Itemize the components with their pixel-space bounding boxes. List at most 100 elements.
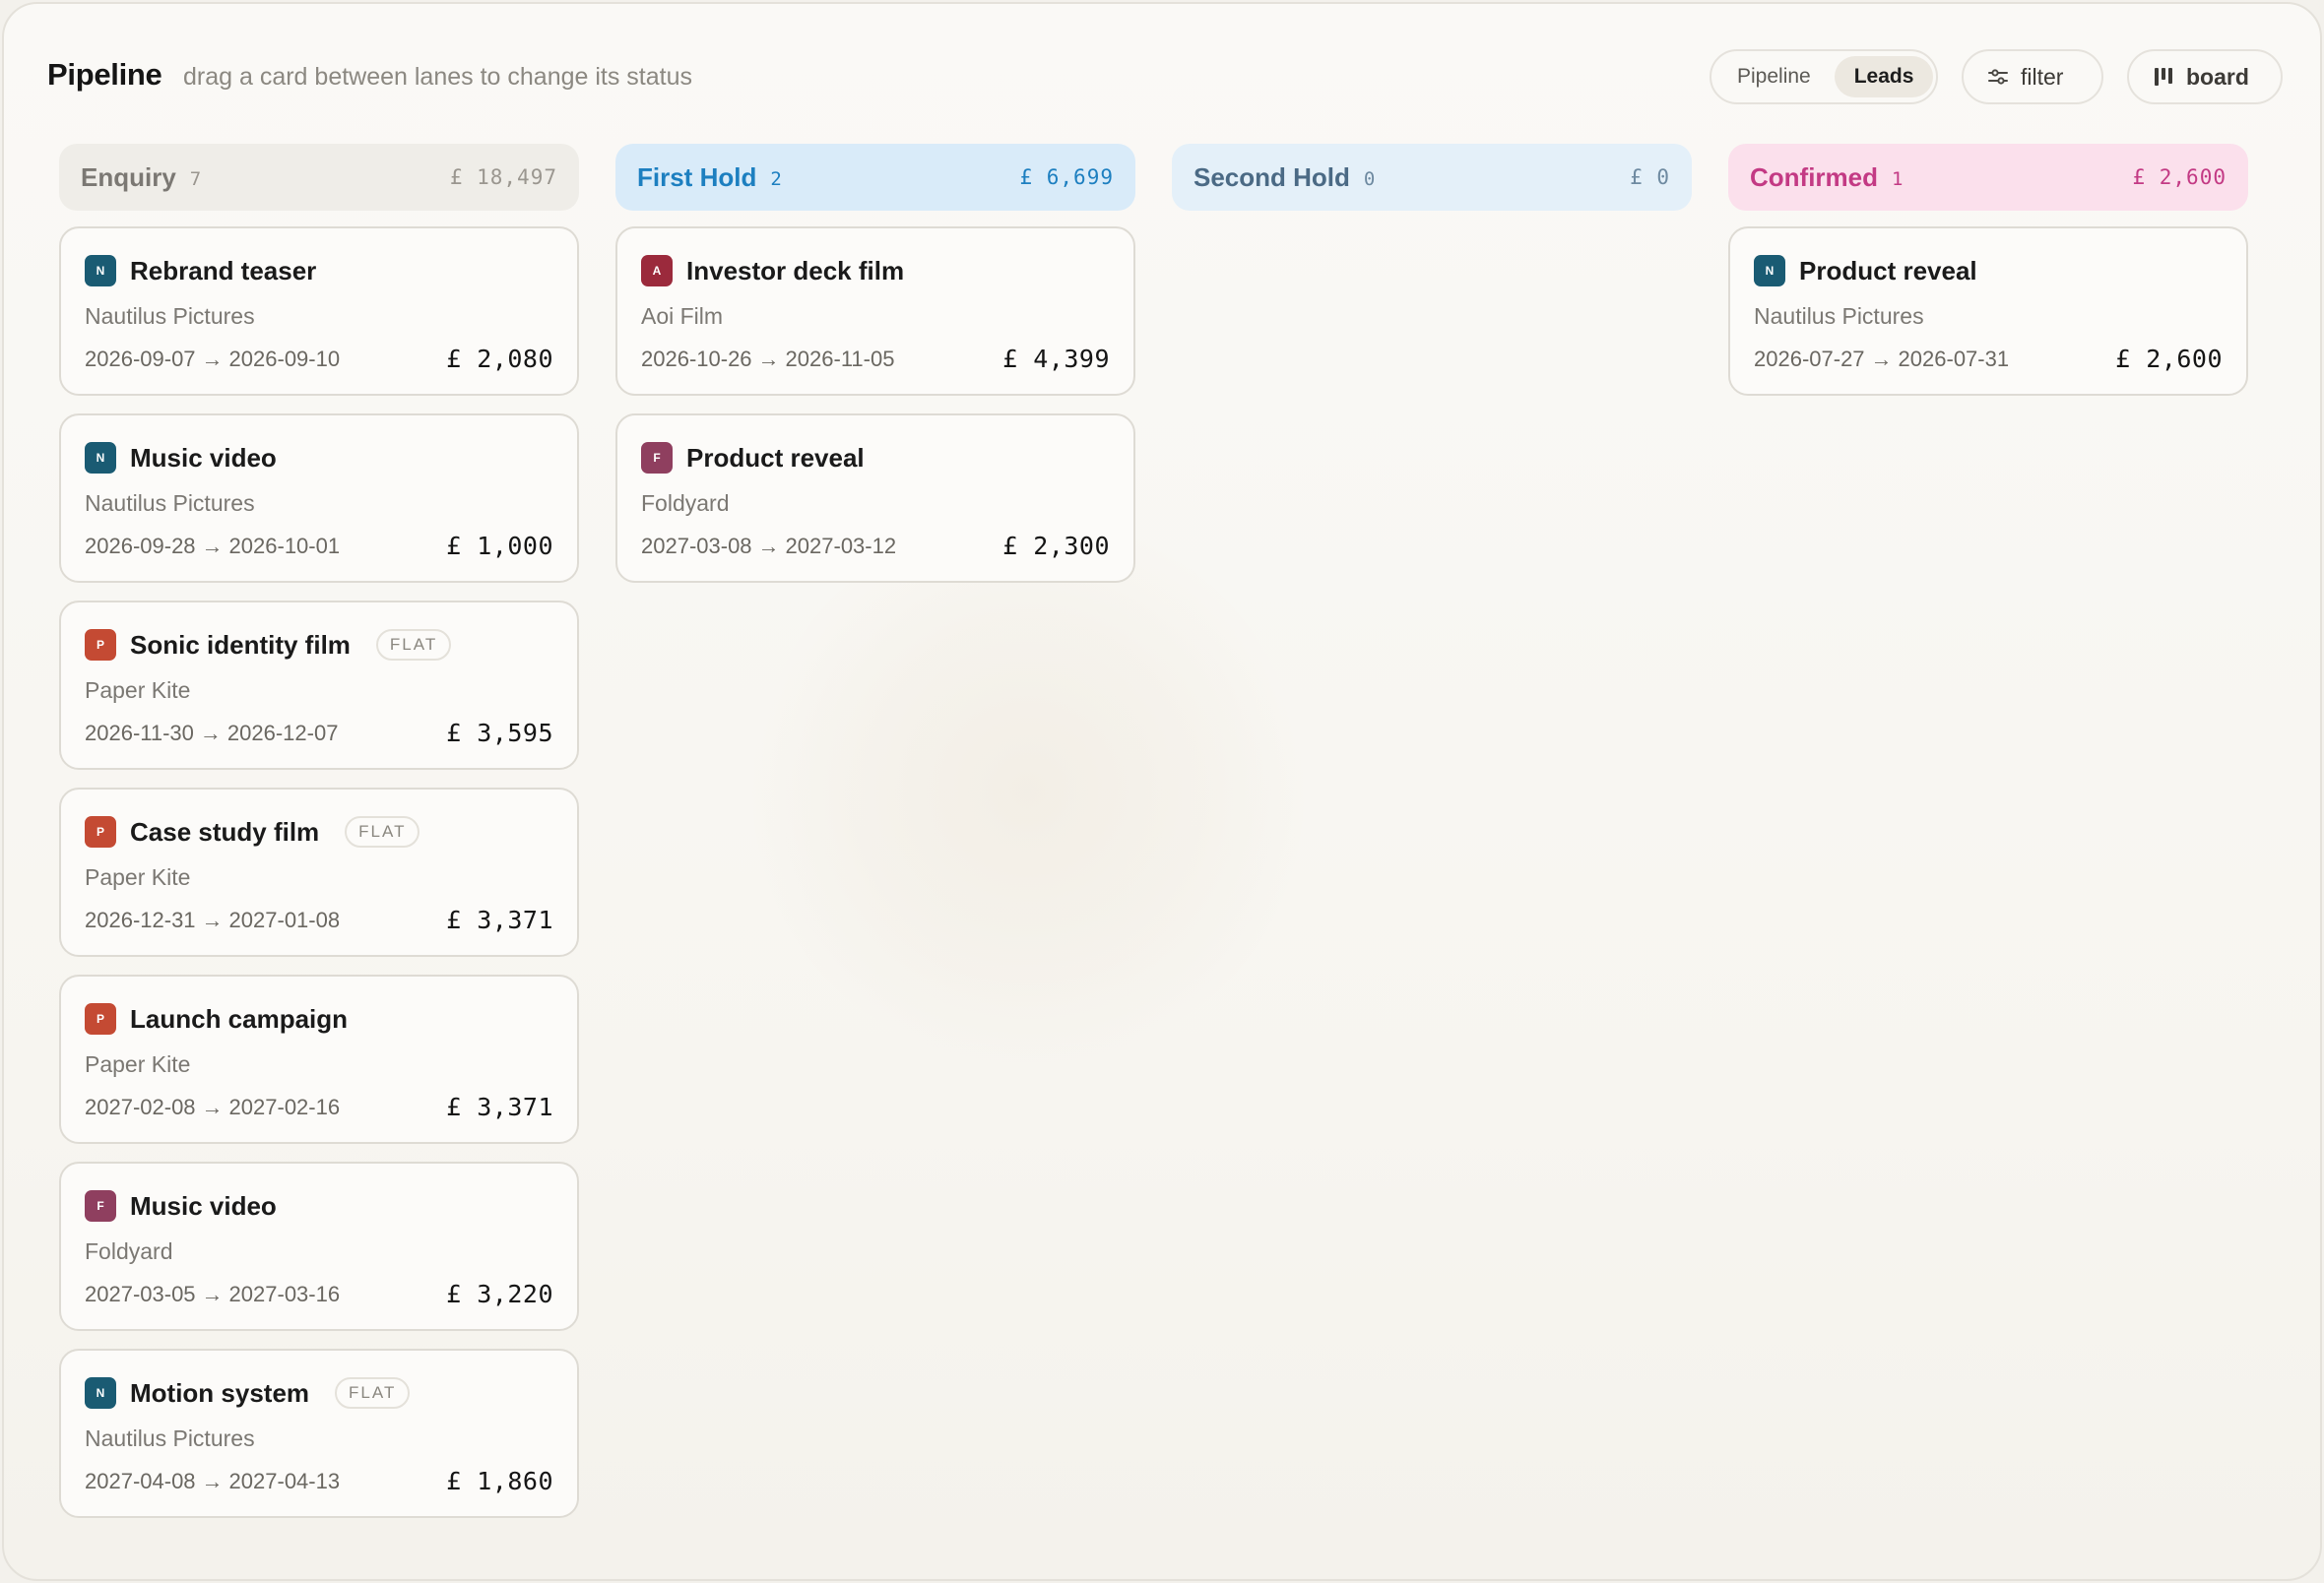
lane-header: Confirmed 1 £ 2,600 [1728, 144, 2248, 211]
start-date: 2027-04-08 [85, 1469, 196, 1493]
page-header: Pipeline drag a card between lanes to ch… [4, 4, 2320, 142]
lane-total: £ 6,699 [1019, 165, 1114, 189]
lane-count: 2 [770, 167, 782, 190]
start-date: 2026-11-30 [85, 721, 194, 745]
card-amount: £ 2,080 [446, 345, 553, 373]
lane-cards: N Product reveal Nautilus Pictures 2026-07-… [1728, 226, 2248, 396]
lane-total: £ 2,600 [2132, 165, 2227, 189]
card-title-row: P Launch campaign [85, 1002, 348, 1036]
client-avatar: N [1754, 255, 1785, 286]
card-amount: £ 2,300 [1002, 532, 1110, 560]
filter-button[interactable]: filter [1962, 49, 2103, 104]
arrow-right-icon: → [201, 908, 224, 932]
card-client: Nautilus Pictures [85, 1425, 255, 1451]
view-toggle-pipeline[interactable]: Pipeline [1717, 56, 1831, 97]
client-avatar: F [85, 1190, 116, 1222]
lane-second-hold: Second Hold 0 £ 0 [1172, 144, 1692, 226]
card-amount: £ 2,600 [2115, 345, 2223, 373]
view-toggle-leads[interactable]: Leads [1834, 56, 1934, 97]
client-avatar: N [85, 255, 116, 286]
lane-count: 1 [1892, 167, 1904, 190]
lead-card[interactable]: N Motion system FLAT Nautilus Pictures 2027-… [59, 1349, 579, 1518]
arrow-right-icon: → [201, 534, 224, 558]
end-date: 2026-10-01 [228, 534, 341, 558]
lane-total: £ 0 [1630, 165, 1670, 189]
end-date: 2027-02-16 [228, 1095, 341, 1119]
lane-name: Confirmed [1750, 161, 1878, 192]
lead-card[interactable]: F Music video Foldyard 2027-03-05 → 2027-03-1… [59, 1162, 579, 1331]
card-amount: £ 4,399 [1002, 345, 1110, 373]
lane-cards: A Investor deck film Aoi Film 2026-10-26 → 20… [615, 226, 1135, 583]
sliders-icon [1987, 66, 2009, 88]
flat-tag: FLAT [375, 629, 452, 661]
arrow-right-icon: → [201, 1095, 224, 1119]
card-client: Paper Kite [85, 864, 191, 890]
card-title: Music video [130, 1190, 277, 1221]
lead-card[interactable]: P Sonic identity film FLAT Paper Kite 2026-1… [59, 601, 579, 770]
card-client: Foldyard [641, 490, 730, 516]
lead-card[interactable]: N Rebrand teaser Nautilus Pictures 2026-09-… [59, 226, 579, 396]
end-date: 2026-12-07 [226, 721, 339, 745]
background-watermark [752, 516, 1304, 1067]
arrow-right-icon: → [201, 347, 224, 371]
card-title: Rebrand teaser [130, 255, 317, 285]
card-title-row: P Case study film FLAT [85, 815, 420, 849]
card-title: Investor deck film [686, 255, 905, 285]
filter-label: filter [2021, 63, 2064, 90]
start-date: 2026-12-31 [85, 908, 196, 932]
end-date: 2027-01-08 [228, 908, 341, 932]
lead-card[interactable]: P Case study film FLAT Paper Kite 2026-12-31… [59, 788, 579, 957]
end-date: 2026-07-31 [1898, 347, 2010, 371]
arrow-right-icon: → [201, 1282, 224, 1306]
lane-confirmed: Confirmed 1 £ 2,600 N Product reveal Nautilus… [1728, 144, 2248, 396]
card-amount: £ 3,220 [446, 1280, 553, 1308]
card-title: Launch campaign [130, 1003, 349, 1034]
card-title: Sonic identity film [130, 629, 351, 660]
card-dates: 2027-03-08 → 2027-03-12 [641, 534, 896, 559]
lane-total: £ 18,497 [449, 165, 557, 189]
card-client: Aoi Film [641, 303, 724, 329]
card-client: Foldyard [85, 1238, 173, 1264]
start-date: 2027-03-08 [641, 534, 752, 558]
lead-card[interactable]: A Investor deck film Aoi Film 2026-10-26 → 20… [615, 226, 1135, 396]
end-date: 2027-03-16 [228, 1282, 341, 1306]
end-date: 2026-11-05 [785, 347, 895, 371]
card-dates: 2026-09-28 → 2026-10-01 [85, 534, 340, 559]
card-dates: 2026-07-27 → 2026-07-31 [1754, 347, 2009, 372]
card-dates: 2026-10-26 → 2026-11-05 [641, 347, 894, 372]
card-dates: 2026-12-31 → 2027-01-08 [85, 908, 340, 933]
client-avatar: N [85, 442, 116, 474]
view-toggle: Pipeline Leads [1710, 49, 1938, 104]
card-client: Paper Kite [85, 1051, 191, 1077]
lead-card[interactable]: N Product reveal Nautilus Pictures 2026-07-… [1728, 226, 2248, 396]
lead-card[interactable]: F Product reveal Foldyard 2027-03-08 → 2027-0… [615, 413, 1135, 583]
card-client: Nautilus Pictures [85, 490, 255, 516]
start-date: 2026-09-28 [85, 534, 196, 558]
lane-header: First Hold 2 £ 6,699 [615, 144, 1135, 211]
arrow-right-icon: → [201, 1469, 224, 1493]
client-avatar: F [641, 442, 673, 474]
client-avatar: N [85, 1377, 116, 1409]
lane-name: First Hold [637, 161, 757, 192]
card-title: Case study film [130, 816, 320, 847]
lane-header: Second Hold 0 £ 0 [1172, 144, 1692, 211]
card-dates: 2027-02-08 → 2027-02-16 [85, 1095, 340, 1120]
card-client: Nautilus Pictures [85, 303, 255, 329]
card-title-row: P Sonic identity film FLAT [85, 628, 452, 662]
end-date: 2027-04-13 [228, 1469, 341, 1493]
lane-name: Second Hold [1194, 161, 1350, 192]
lead-card[interactable]: P Launch campaign Paper Kite 2027-02-08 → 202… [59, 975, 579, 1144]
card-amount: £ 1,000 [446, 532, 553, 560]
lead-card[interactable]: N Music video Nautilus Pictures 2026-09-28 →… [59, 413, 579, 583]
start-date: 2026-10-26 [641, 347, 752, 371]
app-window: Pipeline drag a card between lanes to ch… [2, 2, 2322, 1581]
card-title-row: F Music video [85, 1189, 277, 1223]
board-button[interactable]: board [2127, 49, 2283, 104]
flat-tag: FLAT [345, 816, 420, 848]
card-dates: 2027-03-05 → 2027-03-16 [85, 1282, 340, 1307]
flat-tag: FLAT [335, 1377, 411, 1409]
kanban-icon [2153, 66, 2174, 88]
card-client: Nautilus Pictures [1754, 303, 1924, 329]
card-amount: £ 3,371 [446, 1093, 553, 1121]
card-title-row: A Investor deck film [641, 254, 904, 287]
